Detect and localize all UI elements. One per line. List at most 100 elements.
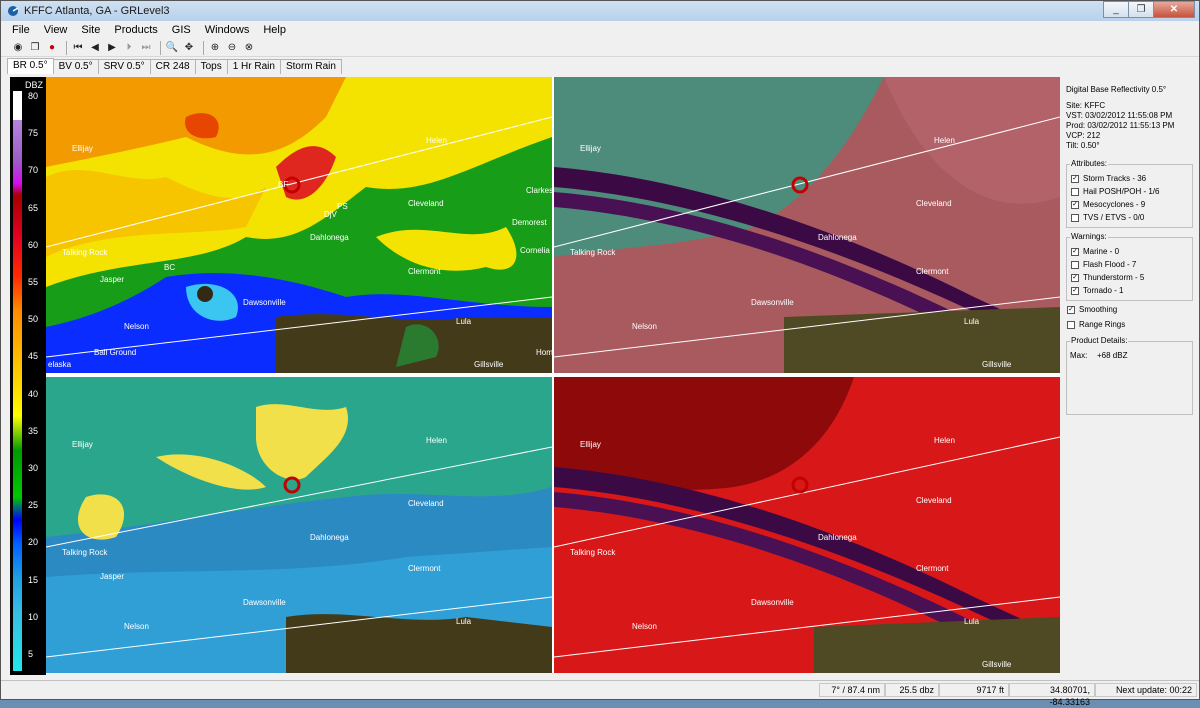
copy-icon[interactable]: ❐ [28,41,42,55]
menu-view[interactable]: View [37,24,75,36]
city-label: Dahlonega [818,533,857,542]
tornado-checkbox[interactable]: ✓ Tornado - 1 [1071,286,1123,295]
city-label: Clarkesv [526,186,552,195]
pan-icon[interactable]: ✥ [182,41,196,55]
prod-info: Prod: 03/02/2012 11:55:13 PM [1066,121,1175,130]
tab-br[interactable]: BR 0.5° [7,58,54,74]
attributes-group: Attributes: ✓ Storm Tracks - 36 Hail POSH… [1066,159,1193,228]
checkbox-box[interactable]: ✓ [1071,174,1079,183]
last-frame-icon[interactable]: ⏭ [139,41,153,55]
city-label: BC [164,263,175,272]
menu-products[interactable]: Products [107,24,164,36]
legend-tick: 10 [28,611,39,622]
checkbox-box[interactable] [1071,260,1079,269]
maximize-button[interactable]: ❐ [1128,1,1154,18]
close-button[interactable]: ✕ [1153,1,1195,18]
minimize-button[interactable]: _ [1103,1,1129,18]
city-label: Demorest [512,218,547,227]
checkbox-label: TVS / ETVS - 0/0 [1083,213,1145,222]
city-label: Talking Rock [570,548,616,557]
checkbox-box[interactable]: ✓ [1071,200,1079,209]
status-coordinates: 34.80701, -84.33163 [1009,683,1095,707]
city-label: Lula [964,317,980,326]
prev-frame-icon[interactable]: ◀ [88,41,102,55]
warnings-group: Warnings: ✓ Marine - 0 Flash Flood - 7 ✓ T… [1066,232,1193,301]
panel-storm-relative-velocity[interactable]: Ellijay Helen Cleveland Dahlonega Talkin… [46,377,552,673]
marine-checkbox[interactable]: ✓ Marine - 0 [1071,247,1119,256]
checkbox-box[interactable]: ✓ [1071,247,1079,256]
city-label: Dahlonega [310,533,349,542]
checkbox-label: Storm Tracks - 36 [1083,174,1147,183]
status-next-update: Next update: 00:22 [1095,683,1197,697]
menu-gis[interactable]: GIS [165,24,198,36]
city-label: Ellijay [580,144,601,153]
city-label: Helen [426,136,447,145]
max-value: +68 dBZ [1097,351,1128,360]
next-frame-icon[interactable]: ⏵ [122,41,136,55]
city-label: Helen [934,436,955,445]
legend-tick: 15 [28,574,39,585]
panel-reflectivity[interactable]: Ellijay Helen Clarkesv Cleveland Demores… [46,77,552,373]
window-title: KFFC Atlanta, GA - GRLevel3 [24,5,170,17]
play-icon[interactable]: ▶ [105,41,119,55]
city-label: Talking Rock [62,248,108,257]
checkbox-label: Smoothing [1079,305,1118,314]
warnings-title: Warnings: [1070,232,1108,241]
status-azimuth: 7° / 87.4 nm [819,683,885,697]
tab-storm-rain[interactable]: Storm Rain [279,59,342,74]
flash-flood-checkbox[interactable]: Flash Flood - 7 [1071,260,1136,269]
checkbox-box[interactable]: ✓ [1071,286,1079,295]
zoom-in-icon[interactable]: ⊕ [208,41,222,55]
menu-file[interactable]: File [5,24,37,36]
zoom-reset-icon[interactable]: ⊗ [242,41,256,55]
menu-help[interactable]: Help [256,24,293,36]
city-label: Ellijay [72,144,93,153]
mesocyclones-checkbox[interactable]: ✓ Mesocyclones - 9 [1071,200,1145,209]
title-bar: KFFC Atlanta, GA - GRLevel3 _ ❐ ✕ [1,1,1199,21]
city-label: Cleveland [916,199,952,208]
checkbox-box[interactable]: ✓ [1071,273,1079,282]
tab-tops[interactable]: Tops [194,59,228,74]
city-label: Talking Rock [62,548,108,557]
product-name: Digital Base Reflectivity 0.5° [1066,85,1167,94]
app-window: KFFC Atlanta, GA - GRLevel3 _ ❐ ✕ File V… [0,0,1200,707]
city-label: Gillsville [982,660,1012,669]
toolbar: ◉ ❐ ● ⏮ ◀ ▶ ⏵ ⏭ 🔍 ✥ ⊕ ⊖ ⊗ [1,39,1199,57]
tab-1hr-rain[interactable]: 1 Hr Rain [226,59,281,74]
thunderstorm-checkbox[interactable]: ✓ Thunderstorm - 5 [1071,273,1144,282]
tab-srv[interactable]: SRV 0.5° [97,59,151,74]
hail-checkbox[interactable]: Hail POSH/POH - 1/6 [1071,187,1159,196]
city-label: Clermont [916,564,949,573]
panel-rain-estimate[interactable]: Ellijay Helen Cleveland Dahlonega Talkin… [554,377,1060,673]
panel-velocity[interactable]: Ellijay Helen Cleveland Dahlonega Talkin… [554,77,1060,373]
legend-tick: 75 [28,128,39,139]
checkbox-box[interactable]: ✓ [1067,305,1075,314]
range-rings-checkbox[interactable]: Range Rings [1067,320,1125,329]
city-label: Talking Rock [570,248,616,257]
legend-tick: 30 [28,463,39,473]
checkbox-box[interactable] [1067,320,1075,329]
legend-tick: 80 [28,91,39,101]
legend-tick: 40 [28,388,39,399]
checkbox-box[interactable] [1071,187,1079,196]
city-label: Nelson [632,622,657,631]
menu-bar: File View Site Products GIS Windows Help [1,21,1199,39]
first-frame-icon[interactable]: ⏮ [71,41,85,55]
city-label: DjV [324,210,338,219]
storm-tracks-checkbox[interactable]: ✓ Storm Tracks - 36 [1071,174,1146,183]
menu-site[interactable]: Site [74,24,107,36]
toolbar-separator [66,40,67,55]
zoom-out-icon[interactable]: ⊖ [225,41,239,55]
zoom-icon[interactable]: 🔍 [165,41,179,55]
vcp-info: VCP: 212 [1066,131,1101,140]
record-icon[interactable]: ● [45,41,59,55]
menu-windows[interactable]: Windows [198,24,257,36]
open-icon[interactable]: ◉ [11,41,25,55]
checkbox-box[interactable] [1071,213,1079,222]
tvs-checkbox[interactable]: TVS / ETVS - 0/0 [1071,213,1144,222]
product-details-group: Product Details: Max: +68 dBZ [1066,336,1193,415]
tab-bv[interactable]: BV 0.5° [52,59,99,74]
smoothing-checkbox[interactable]: ✓ Smoothing [1067,305,1117,314]
city-label: Helen [934,136,955,145]
tab-cr[interactable]: CR 248 [149,59,196,74]
